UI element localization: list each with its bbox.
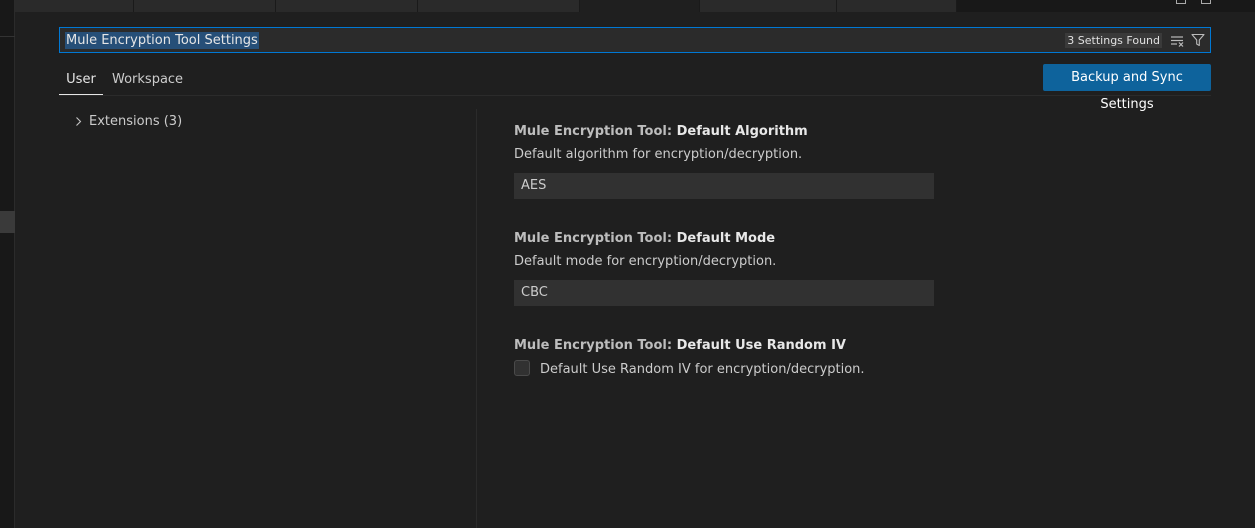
setting-description: Default mode for encryption/decryption. bbox=[514, 254, 777, 269]
more-actions-icon[interactable] bbox=[1201, 0, 1211, 4]
filter-icon[interactable] bbox=[1191, 33, 1205, 47]
setting-key: Default Use Random IV bbox=[676, 338, 846, 353]
default-mode-input[interactable]: CBC bbox=[514, 280, 934, 306]
chevron-right-icon bbox=[76, 117, 82, 126]
editor-tab[interactable] bbox=[134, 0, 276, 12]
checkbox-label: Default Use Random IV for encryption/dec… bbox=[540, 362, 865, 377]
setting-category: Mule Encryption Tool: bbox=[514, 338, 677, 353]
setting-key: Default Algorithm bbox=[676, 124, 808, 139]
settings-found-badge: 3 Settings Found bbox=[1065, 33, 1162, 48]
tab-user[interactable]: User bbox=[59, 71, 103, 88]
setting-description: Default algorithm for encryption/decrypt… bbox=[514, 147, 803, 162]
settings-editor: Mule Encryption Tool Settings 3 Settings… bbox=[0, 0, 1255, 528]
toc-divider bbox=[476, 109, 477, 528]
editor-tab[interactable] bbox=[276, 0, 418, 12]
setting-title: Mule Encryption Tool: Default Mode bbox=[514, 230, 934, 247]
editor-tabs-strip bbox=[15, 0, 1255, 12]
search-query-text: Mule Encryption Tool Settings bbox=[65, 32, 259, 49]
toc-item-label: Extensions (3) bbox=[89, 114, 183, 129]
activity-strip bbox=[0, 0, 15, 528]
default-use-random-iv-checkbox[interactable] bbox=[514, 360, 530, 376]
setting-default-use-random-iv: Mule Encryption Tool: Default Use Random… bbox=[514, 337, 865, 379]
setting-title: Mule Encryption Tool: Default Algorithm bbox=[514, 123, 934, 140]
editor-tab[interactable] bbox=[837, 0, 957, 12]
strip-active-marker bbox=[0, 211, 15, 233]
tabs-divider bbox=[59, 95, 1211, 96]
setting-category: Mule Encryption Tool: bbox=[514, 124, 677, 139]
editor-tab-active[interactable] bbox=[580, 0, 700, 12]
setting-title: Mule Encryption Tool: Default Use Random… bbox=[514, 337, 865, 354]
settings-search-input[interactable]: Mule Encryption Tool Settings 3 Settings… bbox=[59, 27, 1211, 53]
default-algorithm-input[interactable]: AES bbox=[514, 173, 934, 199]
setting-key: Default Mode bbox=[676, 231, 776, 246]
clear-filter-icon[interactable] bbox=[1170, 34, 1184, 48]
setting-category: Mule Encryption Tool: bbox=[514, 231, 677, 246]
backup-and-sync-button[interactable]: Backup and Sync Settings bbox=[1043, 64, 1211, 112]
split-editor-icon[interactable] bbox=[1176, 0, 1186, 4]
editor-tab[interactable] bbox=[15, 0, 134, 12]
editor-tab[interactable] bbox=[418, 0, 580, 12]
setting-default-algorithm: Mule Encryption Tool: Default Algorithm … bbox=[514, 123, 934, 199]
checkbox-row: Default Use Random IV for encryption/dec… bbox=[514, 360, 865, 379]
setting-default-mode: Mule Encryption Tool: Default Mode Defau… bbox=[514, 230, 934, 306]
strip-divider bbox=[0, 36, 15, 37]
tab-workspace[interactable]: Workspace bbox=[112, 71, 183, 88]
editor-tab[interactable] bbox=[700, 0, 837, 12]
toc-item-extensions[interactable]: Extensions (3) bbox=[74, 113, 182, 130]
